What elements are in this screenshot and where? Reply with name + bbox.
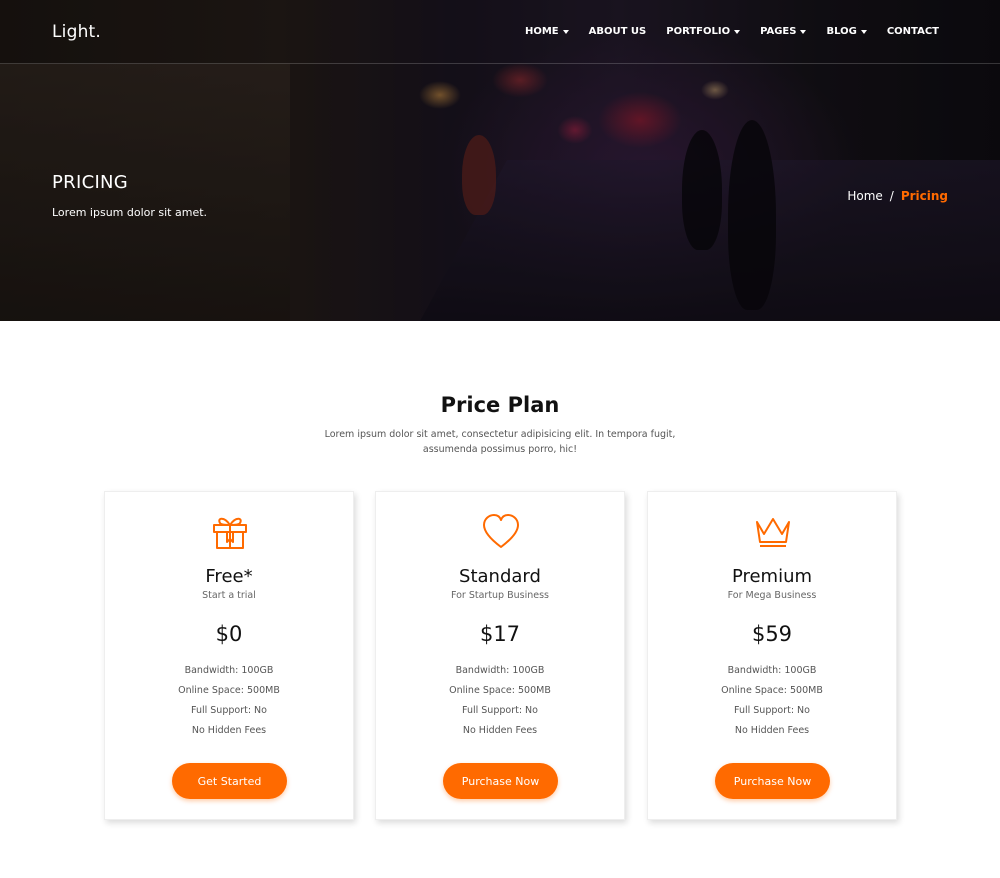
feature-item: Full Support: No xyxy=(734,705,810,716)
feature-item: No Hidden Fees xyxy=(734,725,810,736)
feature-item: Online Space: 500MB xyxy=(178,685,280,696)
nav-item-contact[interactable]: CONTACT xyxy=(887,26,939,37)
feature-item: Bandwidth: 100GB xyxy=(727,665,817,676)
feature-list: Bandwidth: 100GB Online Space: 500MB Ful… xyxy=(376,664,624,744)
breadcrumb-current: Pricing xyxy=(900,189,948,203)
feature-item: Online Space: 500MB xyxy=(721,685,823,696)
feature-item: No Hidden Fees xyxy=(191,725,267,736)
caret-down-icon xyxy=(860,29,867,34)
plan-price: $0 xyxy=(215,622,243,646)
plan-price: $17 xyxy=(479,622,521,646)
hero-banner: Light. HOME ABOUT US PORTFOLIO PAGES BLO… xyxy=(0,0,1000,321)
breadcrumb: Home / Pricing xyxy=(847,189,948,203)
plan-tagline: For Mega Business xyxy=(727,590,817,601)
pricing-card-premium: Premium For Mega Business $59 Bandwidth:… xyxy=(647,491,897,820)
navbar: Light. HOME ABOUT US PORTFOLIO PAGES BLO… xyxy=(0,0,1000,64)
pricing-card-standard: Standard For Startup Business $17 Bandwi… xyxy=(375,491,625,820)
plan-price: $59 xyxy=(751,622,793,646)
feature-item: Full Support: No xyxy=(191,705,267,716)
feature-item: Online Space: 500MB xyxy=(449,685,551,696)
caret-down-icon xyxy=(800,29,807,34)
pricing-card-free: Free* Start a trial $0 Bandwidth: 100GB … xyxy=(104,491,354,820)
get-started-button[interactable]: Get Started xyxy=(172,763,287,799)
caret-down-icon xyxy=(562,29,569,34)
feature-list: Bandwidth: 100GB Online Space: 500MB Ful… xyxy=(648,664,896,744)
feature-item: Full Support: No xyxy=(462,705,538,716)
purchase-now-button[interactable]: Purchase Now xyxy=(443,763,558,799)
nav-item-label: HOME xyxy=(524,26,559,37)
nav-item-label: BLOG xyxy=(826,26,857,37)
breadcrumb-home-link[interactable]: Home xyxy=(847,189,882,203)
page-subtitle: Lorem ipsum dolor sit amet. xyxy=(52,206,208,219)
nav-item-pages[interactable]: PAGES xyxy=(760,26,807,37)
nav-item-label: ABOUT US xyxy=(588,26,647,37)
feature-list: Bandwidth: 100GB Online Space: 500MB Ful… xyxy=(105,664,353,744)
gift-icon xyxy=(213,517,247,549)
nav-item-portfolio[interactable]: PORTFOLIO xyxy=(666,26,741,37)
feature-item: Bandwidth: 100GB xyxy=(184,665,274,676)
page-title: PRICING xyxy=(52,172,129,193)
section-title: Price Plan xyxy=(440,393,560,417)
feature-item: No Hidden Fees xyxy=(462,725,538,736)
brand-logo[interactable]: Light. xyxy=(52,22,101,42)
nav-item-about-us[interactable]: ABOUT US xyxy=(589,26,647,37)
plan-name: Standard xyxy=(459,566,541,587)
nav-item-label: PAGES xyxy=(760,26,797,37)
purchase-now-button[interactable]: Purchase Now xyxy=(715,763,830,799)
feature-item: Bandwidth: 100GB xyxy=(455,665,545,676)
breadcrumb-separator: / xyxy=(889,189,894,203)
nav-item-blog[interactable]: BLOG xyxy=(826,26,867,37)
plan-tagline: For Startup Business xyxy=(450,590,550,601)
crown-icon xyxy=(756,518,790,547)
section-description: Lorem ipsum dolor sit amet, consectetur … xyxy=(324,429,676,455)
caret-down-icon xyxy=(734,29,741,34)
nav-item-home[interactable]: HOME xyxy=(525,26,569,37)
plan-name: Premium xyxy=(731,566,813,587)
nav-menu: HOME ABOUT US PORTFOLIO PAGES BLOG CONTA… xyxy=(505,26,939,37)
plan-name: Free* xyxy=(205,566,253,587)
nav-item-label: CONTACT xyxy=(886,26,939,37)
heart-icon xyxy=(483,514,519,548)
plan-tagline: Start a trial xyxy=(202,590,256,601)
nav-item-label: PORTFOLIO xyxy=(666,26,731,37)
